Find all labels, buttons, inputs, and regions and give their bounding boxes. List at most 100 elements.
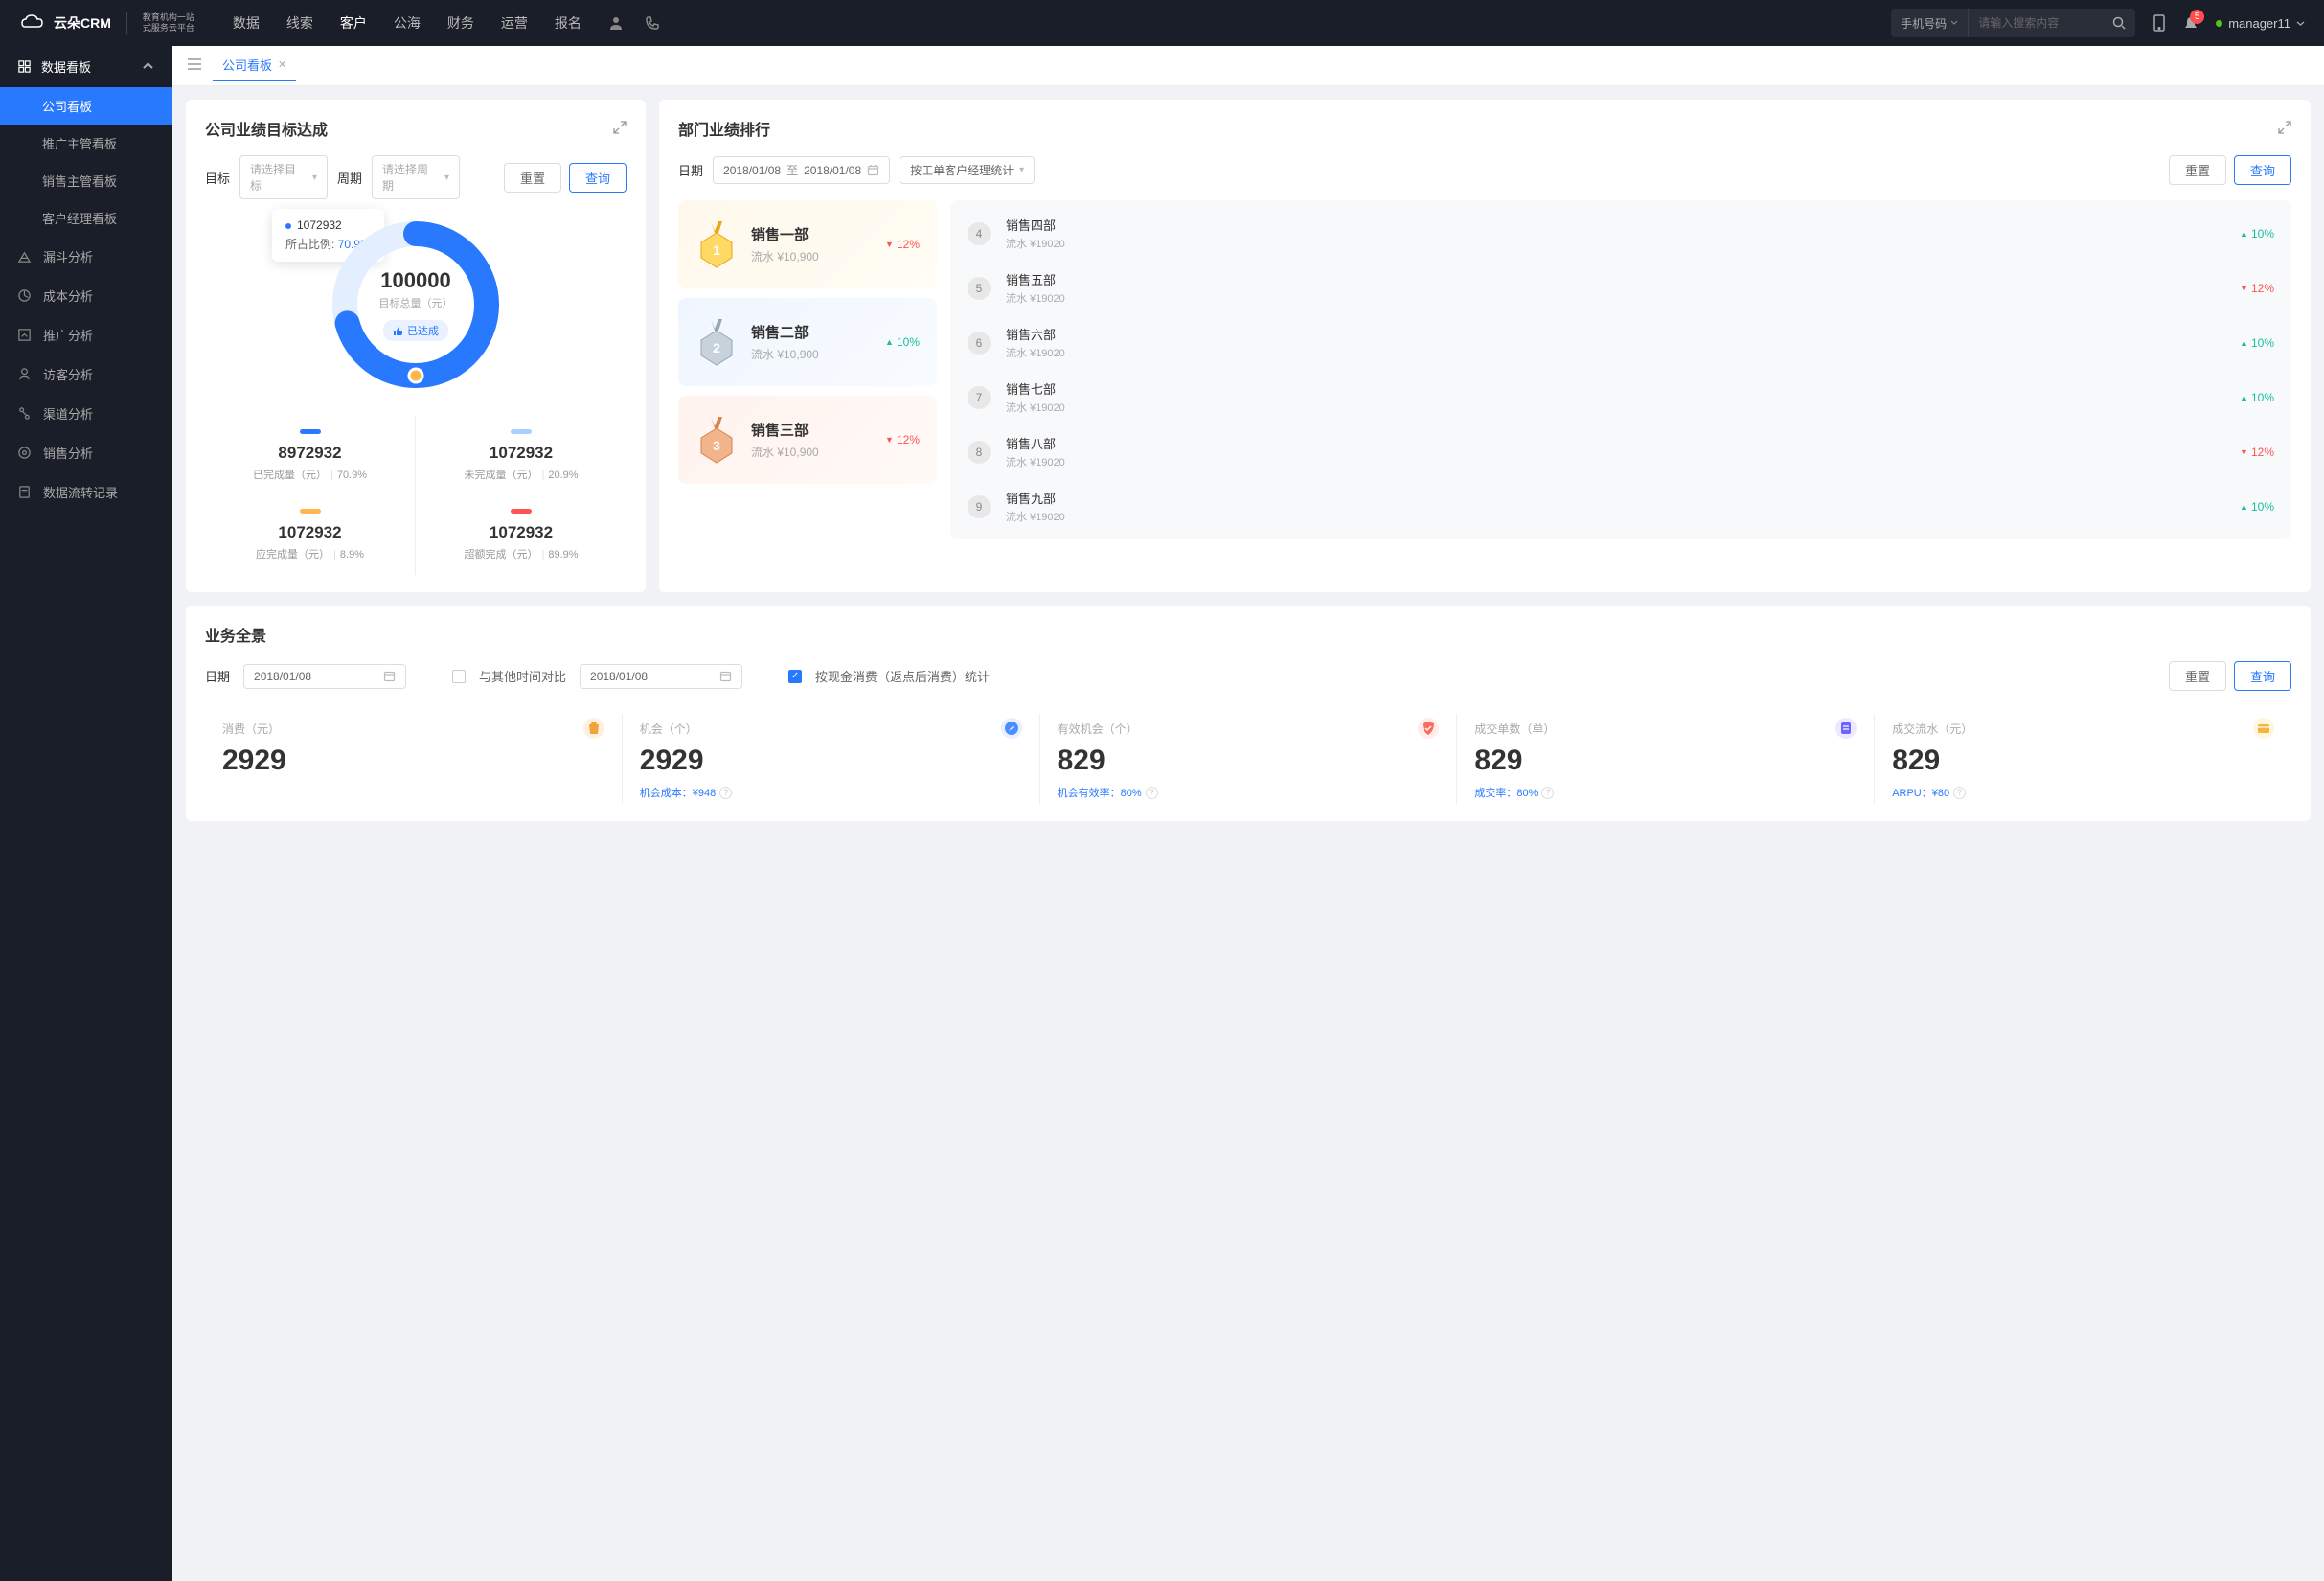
sidebar-item[interactable]: 漏斗分析 xyxy=(0,237,172,276)
rank-top-item[interactable]: 1销售一部流水 ¥10,900▼ 12% xyxy=(678,200,937,288)
expand-button[interactable] xyxy=(2278,121,2291,137)
sidebar-item[interactable]: 访客分析 xyxy=(0,355,172,394)
sidebar-item-icon xyxy=(17,406,32,421)
metric-value: 1072932 xyxy=(213,523,407,542)
rank-name: 销售二部 xyxy=(751,322,819,342)
sidebar-sub-item[interactable]: 推广主管看板 xyxy=(0,125,172,162)
cash-checkbox[interactable]: ✓ xyxy=(788,670,802,683)
reset-button[interactable]: 重置 xyxy=(2169,155,2226,185)
stat-item[interactable]: 消费（元）2929 xyxy=(205,714,623,804)
goal-title: 公司业绩目标达成 xyxy=(205,117,328,140)
medal-icon: 2 xyxy=(695,317,738,367)
expand-button[interactable] xyxy=(613,121,627,137)
search-button[interactable] xyxy=(2103,9,2135,37)
sidebar-sub-item[interactable]: 客户经理看板 xyxy=(0,199,172,237)
rank-amount: 流水 ¥19020 xyxy=(1006,290,1065,306)
rank-pct: ▼ 12% xyxy=(885,238,920,251)
device-icon[interactable] xyxy=(2153,14,2166,32)
donut-total: 100000 xyxy=(380,268,450,293)
stat-mode-select[interactable]: 按工单客户经理统计▾ xyxy=(900,156,1035,184)
tab-company-board[interactable]: 公司看板 ✕ xyxy=(213,50,296,81)
rank-list-item[interactable]: 9销售九部流水 ¥19020▲ 10% xyxy=(950,479,2291,534)
stat-icon xyxy=(1001,718,1022,739)
topmenu-item[interactable]: 公海 xyxy=(394,13,421,33)
help-icon[interactable]: ? xyxy=(1541,787,1554,799)
notification-icon[interactable]: 5 xyxy=(2183,15,2199,31)
rank-name: 销售四部 xyxy=(1006,216,1065,234)
reset-button[interactable]: 重置 xyxy=(504,163,561,193)
rank-top-item[interactable]: 2销售二部流水 ¥10,900▲ 10% xyxy=(678,298,937,386)
user-menu[interactable]: manager11 xyxy=(2216,16,2305,31)
search-type-select[interactable]: 手机号码 xyxy=(1891,9,1969,37)
overview-title: 业务全景 xyxy=(205,623,266,646)
stat-icon xyxy=(1418,718,1439,739)
stat-sub: 机会有效率：80% ? xyxy=(1058,785,1440,800)
rank-list-item[interactable]: 8销售八部流水 ¥19020▼ 12% xyxy=(950,424,2291,479)
sidebar-item-label: 访客分析 xyxy=(43,365,93,383)
sidebar-item[interactable]: 成本分析 xyxy=(0,276,172,315)
stat-item[interactable]: 机会（个）2929机会成本：¥948 ? xyxy=(623,714,1040,804)
reset-button[interactable]: 重置 xyxy=(2169,661,2226,691)
topmenu-item[interactable]: 报名 xyxy=(555,13,581,33)
sidebar-sub-item[interactable]: 公司看板 xyxy=(0,87,172,125)
stat-sub: 成交率：80% ? xyxy=(1474,785,1857,800)
metric-label: 未完成量（元）|20.9% xyxy=(423,467,619,482)
logo[interactable]: 云朵CRM 教育机构一站 式服务云平台 xyxy=(19,12,194,34)
stat-label: 消费（元） xyxy=(222,721,280,737)
compare-checkbox[interactable] xyxy=(452,670,466,683)
query-button[interactable]: 查询 xyxy=(2234,661,2291,691)
query-button[interactable]: 查询 xyxy=(569,163,627,193)
date1-input[interactable]: 2018/01/08 xyxy=(243,664,406,689)
topmenu-item[interactable]: 线索 xyxy=(286,13,313,33)
help-icon[interactable]: ? xyxy=(1146,787,1158,799)
sidebar-item-label: 渠道分析 xyxy=(43,404,93,423)
sidebar-item[interactable]: 销售分析 xyxy=(0,433,172,472)
rank-pct: ▼ 12% xyxy=(2240,446,2274,459)
stat-icon xyxy=(1835,718,1857,739)
rank-number: 4 xyxy=(968,222,991,245)
tab-bar: 公司看板 ✕ xyxy=(172,46,2324,86)
topmenu-item[interactable]: 财务 xyxy=(447,13,474,33)
stat-item[interactable]: 成交流水（元）829ARPU：¥80 ? xyxy=(1875,714,2291,804)
sidebar-group-dashboard[interactable]: 数据看板 xyxy=(0,46,172,87)
sidebar-item[interactable]: 推广分析 xyxy=(0,315,172,355)
stat-item[interactable]: 有效机会（个）829机会有效率：80% ? xyxy=(1040,714,1458,804)
rank-top-item[interactable]: 3销售三部流水 ¥10,900▼ 12% xyxy=(678,396,937,484)
query-button[interactable]: 查询 xyxy=(2234,155,2291,185)
achieved-badge: 已达成 xyxy=(383,320,448,341)
sidebar-sub-item[interactable]: 销售主管看板 xyxy=(0,162,172,199)
topmenu-item[interactable]: 客户 xyxy=(340,13,367,33)
target-select[interactable]: 请选择目标▾ xyxy=(239,155,328,199)
stat-label: 机会（个） xyxy=(640,721,697,737)
topmenu-item[interactable]: 数据 xyxy=(233,13,260,33)
collapse-sidebar-button[interactable] xyxy=(184,55,205,77)
user-icon[interactable] xyxy=(608,15,624,31)
sidebar-item[interactable]: 渠道分析 xyxy=(0,394,172,433)
rank-list-item[interactable]: 4销售四部流水 ¥19020▲ 10% xyxy=(950,206,2291,261)
stat-sub: ARPU：¥80 ? xyxy=(1892,785,2274,800)
overview-card: 业务全景 日期 2018/01/08 与其他时间对比 2018/01/08 xyxy=(186,606,2311,821)
metric-label: 超额完成（元）|89.9% xyxy=(423,546,619,561)
sidebar-item-icon xyxy=(17,328,32,342)
rank-list-item[interactable]: 5销售五部流水 ¥19020▼ 12% xyxy=(950,261,2291,315)
metric-bar-icon xyxy=(511,509,532,514)
date2-input[interactable]: 2018/01/08 xyxy=(580,664,742,689)
expand-icon xyxy=(2278,121,2291,134)
help-icon[interactable]: ? xyxy=(719,787,732,799)
help-icon[interactable]: ? xyxy=(1953,787,1966,799)
stat-sub: 机会成本：¥948 ? xyxy=(640,785,1022,800)
sidebar-item[interactable]: 数据流转记录 xyxy=(0,472,172,512)
date-from-input[interactable]: 2018/01/08 至 2018/01/08 xyxy=(713,156,890,184)
metric-value: 1072932 xyxy=(423,444,619,463)
rank-list-item[interactable]: 7销售七部流水 ¥19020▲ 10% xyxy=(950,370,2291,424)
rank-amount: 流水 ¥19020 xyxy=(1006,400,1065,415)
period-select[interactable]: 请选择周期▾ xyxy=(372,155,460,199)
close-icon[interactable]: ✕ xyxy=(278,58,286,71)
rank-list-item[interactable]: 6销售六部流水 ¥19020▲ 10% xyxy=(950,315,2291,370)
logo-subtitle: 教育机构一站 式服务云平台 xyxy=(143,12,194,34)
phone-icon[interactable] xyxy=(645,15,660,31)
stat-item[interactable]: 成交单数（单）829成交率：80% ? xyxy=(1457,714,1875,804)
search-input[interactable] xyxy=(1969,9,2103,37)
target-label: 目标 xyxy=(205,169,230,187)
topmenu-item[interactable]: 运营 xyxy=(501,13,528,33)
